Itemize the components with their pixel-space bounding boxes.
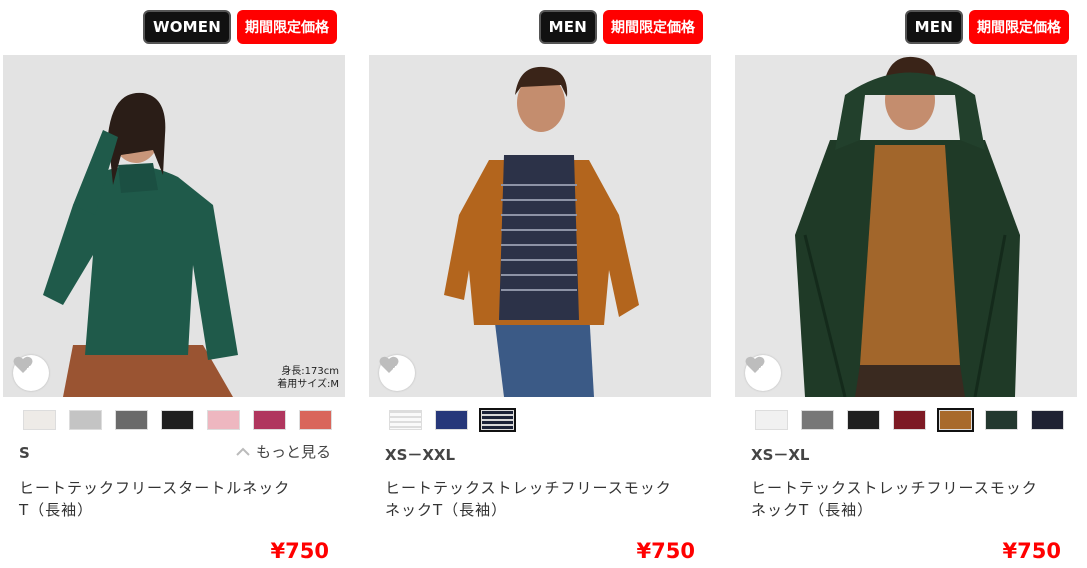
color-swatch[interactable] (847, 410, 880, 430)
favorite-button[interactable] (745, 355, 781, 391)
color-swatch[interactable] (893, 410, 926, 430)
color-swatch[interactable] (115, 410, 148, 430)
product-card[interactable]: WOMEN 期間限定価格 身長:173cm 着用サイズ:M S もっと見る ヒー… (3, 0, 345, 568)
product-image[interactable] (369, 55, 711, 397)
product-tags: MEN 期間限定価格 (904, 10, 1069, 44)
model-photo-illustration (735, 55, 1077, 397)
product-name[interactable]: ヒートテックフリースタートルネック T（長袖） (19, 477, 309, 521)
product-card[interactable]: MEN 期間限定価格 (735, 0, 1077, 568)
product-grid: WOMEN 期間限定価格 身長:173cm 着用サイズ:M S もっと見る ヒー… (0, 0, 1087, 568)
color-swatch[interactable] (207, 410, 240, 430)
size-range: XS－XL (751, 446, 810, 464)
size-range: S (19, 444, 30, 462)
size-range: XS－XXL (385, 446, 456, 464)
color-swatch-selected[interactable] (937, 408, 974, 432)
color-swatch[interactable] (435, 410, 468, 430)
product-name-line: ネックT（長袖） (751, 501, 874, 519)
model-photo-illustration (3, 55, 345, 397)
color-swatch[interactable] (253, 410, 286, 430)
color-swatches (389, 408, 516, 432)
product-name-line: ネックT（長袖） (385, 501, 508, 519)
product-name-line: ヒートテックフリースタートルネック (19, 479, 291, 497)
product-image[interactable] (735, 55, 1077, 397)
gender-tag: WOMEN (142, 10, 231, 44)
heart-plus-icon (13, 356, 33, 373)
more-colors-button[interactable]: もっと見る (236, 441, 331, 462)
color-swatch[interactable] (299, 410, 332, 430)
product-name[interactable]: ヒートテックストレッチフリースモック ネックT（長袖） (385, 477, 675, 521)
product-name-line: T（長袖） (19, 501, 94, 519)
sale-tag: 期間限定価格 (237, 10, 337, 44)
model-height: 身長:173cm (281, 366, 339, 377)
color-swatch[interactable] (755, 410, 788, 430)
color-swatch[interactable] (985, 410, 1018, 430)
color-swatch[interactable] (801, 410, 834, 430)
product-image[interactable]: 身長:173cm 着用サイズ:M (3, 55, 345, 397)
product-card[interactable]: MEN 期間限定価格 (369, 0, 711, 568)
color-swatch[interactable] (389, 410, 422, 430)
model-photo-illustration (369, 55, 711, 397)
color-swatches (755, 408, 1064, 432)
heart-plus-icon (379, 356, 399, 373)
sale-tag: 期間限定価格 (969, 10, 1069, 44)
color-swatch[interactable] (69, 410, 102, 430)
model-info: 身長:173cm 着用サイズ:M (277, 365, 339, 391)
sale-tag: 期間限定価格 (603, 10, 703, 44)
product-tags: MEN 期間限定価格 (538, 10, 703, 44)
color-swatch[interactable] (161, 410, 194, 430)
favorite-button[interactable] (379, 355, 415, 391)
favorite-button[interactable] (13, 355, 49, 391)
chevron-up-icon (236, 447, 250, 456)
color-swatch[interactable] (23, 410, 56, 430)
product-price: ¥750 (1002, 539, 1061, 563)
product-name-line: ヒートテックストレッチフリースモック (385, 479, 672, 497)
gender-tag: MEN (904, 10, 963, 44)
model-size: 着用サイズ:M (277, 379, 339, 390)
color-swatch-selected[interactable] (479, 408, 516, 432)
color-swatches (23, 410, 332, 430)
heart-plus-icon (745, 356, 765, 373)
product-price: ¥750 (270, 539, 329, 563)
product-price: ¥750 (636, 539, 695, 563)
color-swatch[interactable] (1031, 410, 1064, 430)
gender-tag: MEN (538, 10, 597, 44)
product-name[interactable]: ヒートテックストレッチフリースモック ネックT（長袖） (751, 477, 1041, 521)
product-name-line: ヒートテックストレッチフリースモック (751, 479, 1038, 497)
product-tags: WOMEN 期間限定価格 (142, 10, 337, 44)
more-label: もっと見る (255, 443, 331, 461)
